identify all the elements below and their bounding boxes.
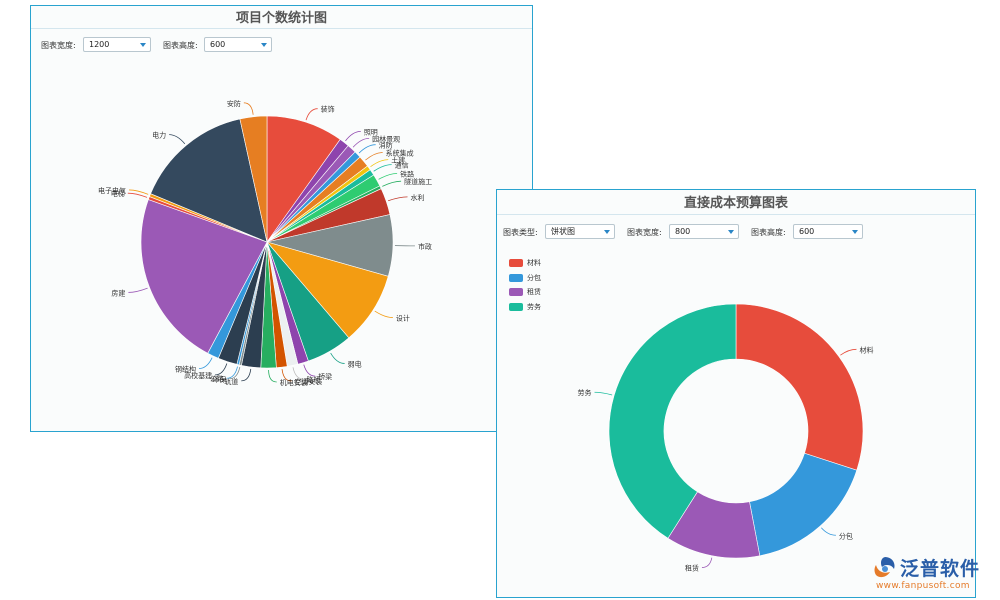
chart1-slice-label: 市政 xyxy=(418,242,432,251)
chart2-label-line xyxy=(840,348,857,356)
chart1-slice-label: 电子电气 xyxy=(98,186,126,195)
chart2-slice-label: 材料 xyxy=(859,345,873,354)
chart1-label-line xyxy=(303,364,316,377)
chart1-label-line xyxy=(374,310,393,318)
chart2-slice-label: 租赁 xyxy=(685,564,699,573)
chart2-slice-label: 劳务 xyxy=(578,388,592,397)
chart1-slice-label: 消防 xyxy=(379,141,393,150)
chart1-label-line xyxy=(358,144,376,154)
chart2-pie-slice xyxy=(735,303,864,471)
chart1-label-line xyxy=(352,137,370,148)
chart1-slice-label: 电力 xyxy=(152,131,166,140)
chart1-slice-label: 装饰 xyxy=(321,105,335,114)
logo-url: www.fanpusoft.com xyxy=(876,581,970,591)
chart2-label-line xyxy=(594,391,613,396)
chart1-slice-label: 钢结构 xyxy=(175,364,196,373)
chart1-label-line xyxy=(268,369,277,383)
chart1-slice-label: 弱电 xyxy=(348,359,362,368)
direct-cost-panel: 直接成本预算图表 图表类型: 饼状图 图表宽度: 800 图表高度: 600 材… xyxy=(496,189,976,598)
project-count-pie-chart: 装饰照明园林景观消防系统集成土建通信铁路隧道施工水利市政设计弱电桥梁路桥空调安装… xyxy=(98,99,432,387)
chart1-label-line xyxy=(169,134,186,145)
chart1-label-line xyxy=(330,352,345,364)
chart1-slice-label: 隧道施工 xyxy=(404,177,432,186)
project-count-panel: 项目个数统计图 图表宽度: 1200 图表高度: 600 装饰 照明 园林景观 消防系… xyxy=(30,5,533,432)
chart2-label-line xyxy=(821,527,836,536)
chart1-label-line xyxy=(305,108,318,121)
chart1-slice-label: 房建 xyxy=(111,288,125,297)
chart2-pie-slice xyxy=(749,452,858,557)
direct-cost-donut-chart: 材料分包租赁 劳务 xyxy=(578,303,873,573)
chart1-slice-label: 水利 xyxy=(411,193,425,202)
chart1-label-line xyxy=(198,357,213,369)
chart1-label-line xyxy=(365,152,383,161)
chart1-label-line xyxy=(378,173,398,180)
chart1-slice-label: 机电安装 xyxy=(280,378,308,387)
logo-mark-icon xyxy=(874,557,895,578)
fanpu-logo: 泛普软件 www.fanpusoft.com xyxy=(870,553,995,597)
chart1-label-line xyxy=(128,287,148,293)
chart1-label-line xyxy=(127,192,148,198)
chart1-label-line xyxy=(345,130,361,142)
chart1-label-line xyxy=(243,102,254,115)
chart1-label-line xyxy=(215,363,228,376)
chart1-slice-label: 通信 xyxy=(395,161,409,170)
chart1-slice-label: 安防 xyxy=(227,99,241,108)
chart1-slice-label: 设计 xyxy=(396,314,410,323)
chart1-label-line xyxy=(241,368,252,382)
chart1-label-line xyxy=(388,196,408,202)
chart1-label-line xyxy=(373,164,392,172)
chart1-slice-label: 铁路 xyxy=(400,170,414,179)
logo-text: 泛普软件 xyxy=(900,558,981,580)
chart2-label-line xyxy=(701,557,713,568)
chart2-slice-label: 分包 xyxy=(839,531,853,540)
chart1-label-line xyxy=(382,180,402,187)
